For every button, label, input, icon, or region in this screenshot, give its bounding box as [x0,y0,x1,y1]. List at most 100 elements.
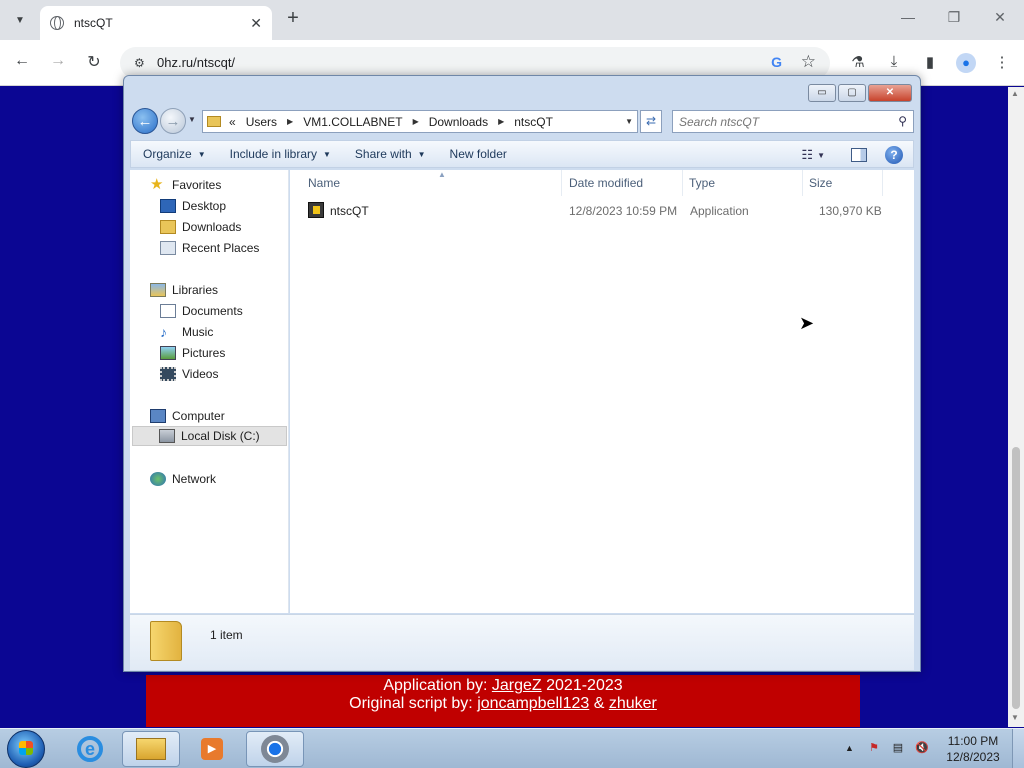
nav-recent-places[interactable]: Recent Places [160,238,259,258]
chevron-down-icon: ▼ [417,149,426,159]
explorer-refresh-icon[interactable]: ⇄ [640,110,662,133]
clock-date: 12/8/2023 [946,750,1000,764]
change-view-icon[interactable]: ☷ [801,147,813,163]
column-header-name[interactable]: Name ▲ [302,170,562,196]
scroll-down-icon[interactable]: ▼ [1011,713,1019,722]
taskbar-chrome[interactable] [246,731,304,767]
explorer-caption-buttons: ▭ ▢ ✕ [806,84,912,102]
volume-muted-icon[interactable]: 🔇 [914,741,930,757]
preview-pane-icon[interactable] [851,148,867,162]
taskbar-internet-explorer[interactable]: e [64,731,116,767]
globe-icon [50,16,64,30]
column-header-date-modified[interactable]: Date modified [563,170,683,196]
new-folder-button[interactable]: New folder [438,147,519,161]
explorer-address-bar[interactable]: « Users ▶ VM1.COLLABNET ▶ Downloads ▶ nt… [202,110,638,133]
action-center-flag-icon[interactable]: ⚑ [866,741,882,757]
nav-pictures[interactable]: Pictures [160,343,225,363]
window-restore-button[interactable]: ❐ [944,9,964,26]
nav-music[interactable]: ♪ Music [160,322,213,342]
nav-videos[interactable]: Videos [160,364,218,384]
organize-button[interactable]: Organize ▼ [131,147,218,161]
breadcrumb-overflow[interactable]: « [229,115,236,129]
show-hidden-icons-icon[interactable]: ▲ [845,743,854,753]
reload-icon[interactable]: ↻ [83,52,105,74]
chevron-right-icon[interactable]: ▶ [287,117,293,126]
site-info-icon[interactable]: ⚙ [134,56,145,70]
author-link-zhuker[interactable]: zhuker [609,695,657,712]
file-name: ntscQT [330,204,369,218]
back-icon[interactable]: ← [11,52,33,74]
tab-ntscqt[interactable]: ntscQT ✕ [40,6,272,40]
include-in-library-button[interactable]: Include in library ▼ [218,147,343,161]
taskbar-windows-explorer[interactable] [122,731,180,767]
nav-downloads[interactable]: Downloads [160,217,241,237]
view-options-chevron-icon[interactable]: ▼ [817,151,825,160]
author-link-jargez[interactable]: JargeZ [492,677,542,694]
mouse-cursor-icon: ➤ [799,313,815,333]
internet-explorer-icon: e [77,736,103,762]
nav-computer[interactable]: Computer [150,406,225,426]
file-size: 130,970 KB [819,204,882,218]
address-dropdown-icon[interactable]: ▼ [625,117,633,126]
url-text[interactable]: 0hz.ru/ntscqt/ [157,55,235,70]
breadcrumb-ntscqt[interactable]: ntscQT [514,115,553,129]
explorer-close-button[interactable]: ✕ [868,84,912,102]
chevron-right-icon[interactable]: ▶ [413,117,419,126]
start-button[interactable] [7,730,45,768]
table-row[interactable]: ntscQT 12/8/2023 10:59 PM Application 13… [290,200,914,222]
desktop-icon [160,199,176,213]
column-header-size[interactable]: Size [803,170,883,196]
tab-close-icon[interactable]: ✕ [250,15,262,32]
recent-places-icon [160,241,176,255]
computer-icon [150,409,166,423]
explorer-address-row: ← → ▼ « Users ▶ VM1.COLLABNET ▶ Download… [132,107,914,135]
nav-favorites[interactable]: ★ Favorites [150,175,221,195]
scroll-thumb[interactable] [1012,447,1020,709]
media-player-icon: ▶ [201,738,223,760]
view-controls: ☷ ▼ ? [801,146,903,164]
download-icon[interactable]: ⤓ [884,53,904,73]
breadcrumb-users[interactable]: Users [246,115,277,129]
taskbar-media-player[interactable]: ▶ [186,731,238,767]
forward-icon[interactable]: → [47,52,69,74]
window-minimize-button[interactable]: — [898,9,918,25]
column-header-type[interactable]: Type [683,170,803,196]
bookmark-star-icon[interactable]: ☆ [801,52,816,72]
side-panel-icon[interactable]: ▮ [920,53,940,73]
navigation-pane: ★ Favorites Desktop Downloads Recent Plac… [130,170,289,613]
nav-documents[interactable]: Documents [160,301,243,321]
breadcrumb-downloads[interactable]: Downloads [429,115,488,129]
author-link-joncampbell123[interactable]: joncampbell123 [477,695,589,712]
tab-search-icon[interactable]: ▼ [8,8,32,32]
credits-line-2: Original script by: joncampbell123 & zhu… [349,695,657,712]
help-icon[interactable]: ? [885,146,903,164]
clock-time: 11:00 PM [947,734,999,748]
nav-desktop[interactable]: Desktop [160,196,226,216]
tab-title: ntscQT [74,16,113,30]
explorer-search-box: ⚲ [672,110,914,133]
nav-libraries[interactable]: Libraries [150,280,218,300]
labs-icon[interactable]: ⚗ [848,53,868,73]
page-scrollbar[interactable]: ▲ ▼ [1008,87,1024,727]
menu-icon[interactable]: ⋮ [992,53,1012,73]
network-icon[interactable]: ▤ [890,741,906,757]
explorer-forward-icon[interactable]: → [160,108,186,134]
new-tab-button[interactable]: + [282,8,304,30]
search-icon[interactable]: ⚲ [898,114,907,128]
breadcrumb-vm1-collabnet[interactable]: VM1.COLLABNET [303,115,402,129]
explorer-minimize-button[interactable]: ▭ [808,84,836,102]
chevron-right-icon[interactable]: ▶ [498,117,504,126]
nav-local-disk-c[interactable]: Local Disk (C:) [132,426,287,446]
explorer-maximize-button[interactable]: ▢ [838,84,866,102]
window-close-button[interactable]: ✕ [990,9,1010,26]
share-with-button[interactable]: Share with ▼ [343,147,438,161]
google-lens-icon[interactable]: G [771,54,782,70]
nav-network[interactable]: Network [150,469,216,489]
explorer-back-icon[interactable]: ← [132,108,158,134]
system-clock[interactable]: 11:00 PM 12/8/2023 [936,733,1010,765]
explorer-search-input[interactable] [673,111,885,132]
show-desktop-button[interactable] [1012,729,1024,768]
recent-pages-chevron-icon[interactable]: ▼ [188,115,196,124]
scroll-up-icon[interactable]: ▲ [1011,89,1019,98]
profile-icon[interactable]: ● [956,53,976,73]
